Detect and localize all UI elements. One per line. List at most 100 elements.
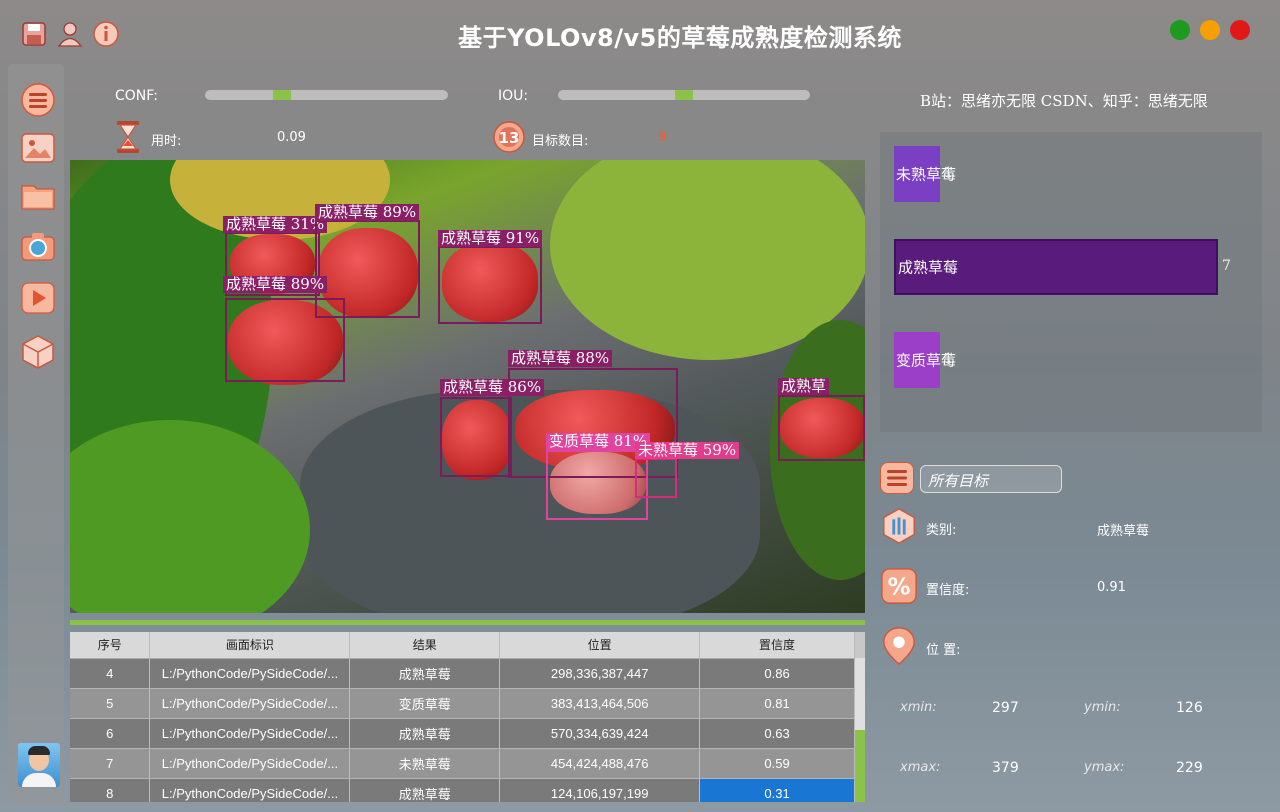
- close-button[interactable]: [1230, 20, 1250, 40]
- chart-bar: 未熟草莓: [894, 146, 956, 202]
- leaf-shape: [70, 420, 310, 613]
- conf-label: CONF:: [115, 88, 158, 104]
- xmin-value: 297: [992, 700, 1019, 716]
- iou-slider-handle[interactable]: [675, 90, 693, 100]
- table-cell-selected[interactable]: 0.31: [699, 778, 855, 802]
- table-cell[interactable]: 成熟草莓: [349, 658, 501, 689]
- table-cell[interactable]: 570,334,639,424: [499, 718, 701, 749]
- detection-box: [440, 397, 512, 477]
- table-cell[interactable]: L:/PythonCode/PySideCode/...: [149, 718, 351, 749]
- chart-bar-label: 成熟草莓: [898, 258, 959, 277]
- table-cell[interactable]: 0.86: [699, 658, 855, 689]
- table-scrollbar-thumb[interactable]: [855, 730, 865, 802]
- table-cell[interactable]: 7: [70, 748, 151, 779]
- conf-slider-handle[interactable]: [273, 90, 291, 100]
- detection-box: [438, 246, 542, 324]
- table-cell[interactable]: L:/PythonCode/PySideCode/...: [149, 748, 351, 779]
- chart-bar-value: 7: [1222, 258, 1231, 274]
- table-cell[interactable]: 4: [70, 658, 151, 689]
- column-header[interactable]: 画面标识: [149, 632, 351, 659]
- column-header[interactable]: 位置: [499, 632, 701, 659]
- model-icon[interactable]: [20, 334, 56, 370]
- detection-label: 成熟草莓 86%: [440, 379, 545, 396]
- ymin-value: 126: [1176, 700, 1203, 716]
- category-value: 成熟草莓: [1097, 524, 1150, 539]
- table-row[interactable]: 5 L:/PythonCode/PySideCode/... 变质草莓 383,…: [70, 688, 855, 719]
- detection-box: [635, 458, 677, 498]
- detection-box: [778, 395, 865, 461]
- table-row[interactable]: 7 L:/PythonCode/PySideCode/... 未熟草莓 454,…: [70, 748, 855, 779]
- detection-box: [225, 298, 345, 382]
- folder-icon[interactable]: [20, 178, 56, 214]
- category-icon: [880, 507, 918, 545]
- class-count-chart: 未熟草莓 1 成熟草莓 7 变质草莓 1: [880, 132, 1262, 432]
- table-cell[interactable]: 383,413,464,506: [499, 688, 701, 719]
- top-bar: 基于YOLOv8/v5的草莓成熟度检测系统: [0, 0, 1280, 64]
- table-cell[interactable]: 5: [70, 688, 151, 719]
- table-cell[interactable]: 变质草莓: [349, 688, 501, 719]
- iou-slider[interactable]: [558, 90, 810, 100]
- info-icon[interactable]: [92, 20, 120, 48]
- video-icon[interactable]: [20, 280, 56, 316]
- credit-text: B站：思绪亦无限 CSDN、知乎：思绪无限: [920, 92, 1208, 110]
- target-filter-select[interactable]: 所有目标: [920, 465, 1062, 493]
- image-icon[interactable]: [20, 130, 56, 166]
- chart-bar-value: 1: [944, 351, 953, 367]
- category-label: 类别:: [926, 523, 957, 538]
- table-cell[interactable]: 6: [70, 718, 151, 749]
- iou-label: IOU:: [498, 88, 529, 104]
- save-icon[interactable]: [20, 20, 48, 48]
- chart-bar: 成熟草莓: [894, 239, 1218, 295]
- detection-box: [546, 450, 648, 520]
- table-cell[interactable]: 成熟草莓: [349, 778, 501, 802]
- table-cell[interactable]: 0.63: [699, 718, 855, 749]
- table-cell[interactable]: 0.59: [699, 748, 855, 779]
- count-label: 目标数目:: [532, 134, 589, 149]
- table-row[interactable]: 6 L:/PythonCode/PySideCode/... 成熟草莓 570,…: [70, 718, 855, 749]
- column-header[interactable]: 置信度: [699, 632, 855, 659]
- svg-text:13: 13: [499, 129, 520, 147]
- table-cell[interactable]: L:/PythonCode/PySideCode/...: [149, 688, 351, 719]
- table-cell[interactable]: 0.81: [699, 688, 855, 719]
- svg-text:%: %: [888, 575, 911, 601]
- table-cell[interactable]: 未熟草莓: [349, 748, 501, 779]
- ymax-value: 229: [1176, 760, 1203, 776]
- position-label: 位 置:: [926, 643, 961, 658]
- chart-bar-value: 1: [944, 165, 953, 181]
- ymin-label: ymin:: [1084, 700, 1121, 715]
- user-icon[interactable]: [56, 20, 84, 48]
- column-header[interactable]: 序号: [70, 632, 151, 659]
- table-cell[interactable]: 8: [70, 778, 151, 802]
- table-cell[interactable]: 454,424,488,476: [499, 748, 701, 779]
- table-row[interactable]: 4 L:/PythonCode/PySideCode/... 成熟草莓 298,…: [70, 658, 855, 689]
- filter-menu-icon[interactable]: [880, 462, 914, 494]
- progress-bar: [70, 620, 865, 625]
- menu-icon[interactable]: [20, 82, 56, 118]
- column-header[interactable]: 结果: [349, 632, 501, 659]
- detection-image: 成熟草莓 31% 成熟草莓 89% 成熟草莓 91% 成熟草莓 89% 成熟草莓…: [70, 160, 865, 613]
- table-cell[interactable]: L:/PythonCode/PySideCode/...: [149, 658, 351, 689]
- detection-label: 成熟草莓 88%: [508, 350, 613, 367]
- xmax-value: 379: [992, 760, 1019, 776]
- confidence-label: 置信度:: [926, 583, 970, 598]
- detection-label: 成熟草莓 89%: [223, 276, 328, 293]
- minimize-button[interactable]: [1200, 20, 1220, 40]
- xmin-label: xmin:: [900, 700, 937, 715]
- detection-label: 成熟草: [778, 378, 830, 395]
- maximize-button[interactable]: [1170, 20, 1190, 40]
- location-pin-icon: [880, 627, 918, 665]
- avatar[interactable]: [18, 743, 60, 787]
- table-cell[interactable]: 成熟草莓: [349, 718, 501, 749]
- confidence-value: 0.91: [1097, 580, 1126, 595]
- table-cell[interactable]: 298,336,387,447: [499, 658, 701, 689]
- chart-bar: 变质草莓: [894, 332, 956, 388]
- table-row[interactable]: 8 L:/PythonCode/PySideCode/... 成熟草莓 124,…: [70, 778, 855, 802]
- results-table[interactable]: 序号 画面标识 结果 位置 置信度 4 L:/PythonCode/PySide…: [70, 632, 865, 802]
- table-cell[interactable]: L:/PythonCode/PySideCode/...: [149, 778, 351, 802]
- percent-icon: %: [880, 567, 918, 605]
- conf-slider[interactable]: [205, 90, 448, 100]
- table-cell[interactable]: 124,106,197,199: [499, 778, 701, 802]
- detection-label: 未熟草莓 59%: [635, 442, 740, 459]
- camera-icon[interactable]: [20, 228, 56, 264]
- time-label: 用时:: [151, 134, 182, 149]
